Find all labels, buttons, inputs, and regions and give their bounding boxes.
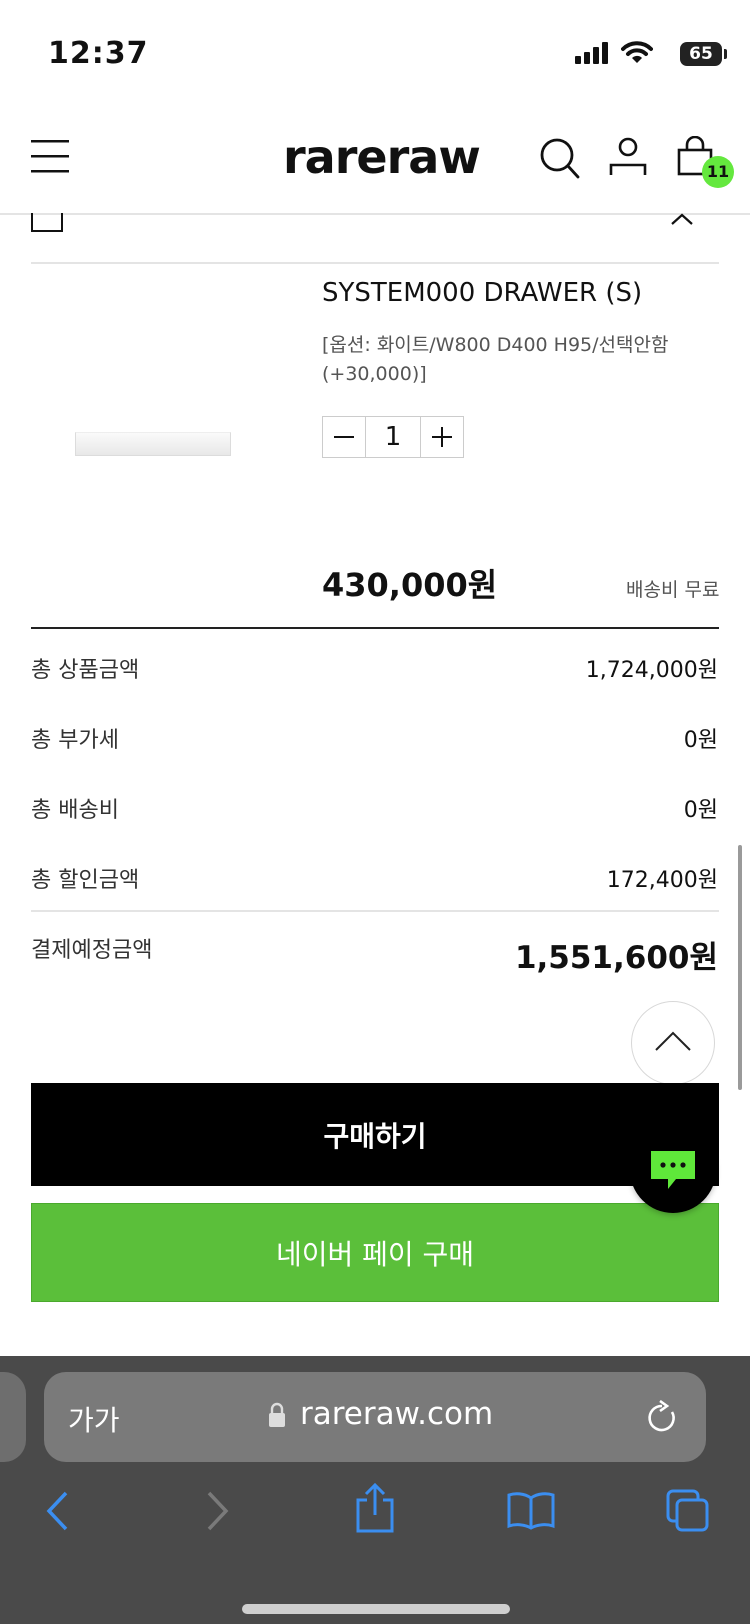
reload-icon[interactable]	[645, 1400, 679, 1436]
chat-button[interactable]	[630, 1127, 716, 1213]
minus-icon	[334, 436, 354, 438]
shipping-fee: 배송비 무료	[626, 579, 720, 601]
url-text[interactable]: rareraw.com	[300, 1396, 493, 1432]
forward-icon[interactable]	[205, 1490, 231, 1532]
summary-value-shipping: 0원	[683, 798, 718, 823]
cart-count-badge: 11	[702, 156, 734, 188]
item-price: 430,000원	[322, 566, 498, 604]
scrollbar[interactable]	[738, 845, 742, 1090]
item-divider	[31, 262, 719, 264]
quantity-decrease-button[interactable]	[323, 417, 365, 457]
back-icon[interactable]	[44, 1490, 70, 1532]
summary-value-discount: 172,400원	[606, 868, 718, 893]
chat-bubble-icon	[651, 1151, 695, 1189]
summary-label-total-products: 총 상품금액	[31, 658, 140, 683]
bookmarks-icon[interactable]	[506, 1490, 556, 1530]
share-icon[interactable]	[354, 1483, 396, 1535]
status-time: 12:37	[48, 36, 149, 71]
cellular-signal-icon	[575, 42, 608, 64]
text-size-button[interactable]: 가가	[68, 1399, 120, 1439]
summary-divider	[31, 910, 719, 912]
product-name[interactable]: SYSTEM000 DRAWER (S)	[322, 278, 642, 308]
payment-label: 결제예정금액	[31, 938, 153, 963]
quantity-stepper: 1	[322, 416, 464, 458]
search-icon[interactable]	[540, 137, 580, 179]
naver-pay-button[interactable]: 네이버 페이 구매	[31, 1203, 719, 1302]
summary-label-discount: 총 할인금액	[31, 868, 140, 893]
buy-button[interactable]: 구매하기	[31, 1083, 719, 1186]
summary-top-divider	[31, 627, 719, 629]
plus-icon	[432, 427, 452, 447]
tabs-icon[interactable]	[665, 1488, 711, 1532]
chevron-up-icon[interactable]	[670, 212, 694, 226]
product-option: [옵션: 화이트/W800 D400 H95/선택안함 (+30,000)]	[322, 334, 669, 385]
menu-icon[interactable]	[31, 140, 69, 174]
battery-indicator: 65	[680, 42, 722, 66]
lock-icon	[269, 1402, 285, 1427]
home-indicator	[242, 1604, 510, 1614]
payment-total: 1,551,600원	[514, 940, 718, 976]
site-logo[interactable]: rareraw	[283, 130, 481, 184]
scroll-top-button[interactable]	[631, 1001, 715, 1085]
battery-nub	[724, 49, 727, 59]
summary-label-vat: 총 부가세	[31, 728, 119, 753]
checkbox-icon[interactable]	[31, 213, 65, 233]
account-icon[interactable]	[609, 137, 647, 177]
quantity-increase-button[interactable]	[421, 417, 463, 457]
summary-value-vat: 0원	[683, 728, 718, 753]
summary-value-total-products: 1,724,000원	[585, 658, 718, 683]
chevron-up-icon	[655, 1031, 691, 1051]
product-thumbnail[interactable]	[75, 432, 231, 456]
previous-tab-edge[interactable]	[0, 1372, 26, 1462]
summary-label-shipping: 총 배송비	[31, 798, 119, 823]
wifi-icon	[621, 41, 653, 63]
quantity-value[interactable]: 1	[365, 417, 421, 457]
